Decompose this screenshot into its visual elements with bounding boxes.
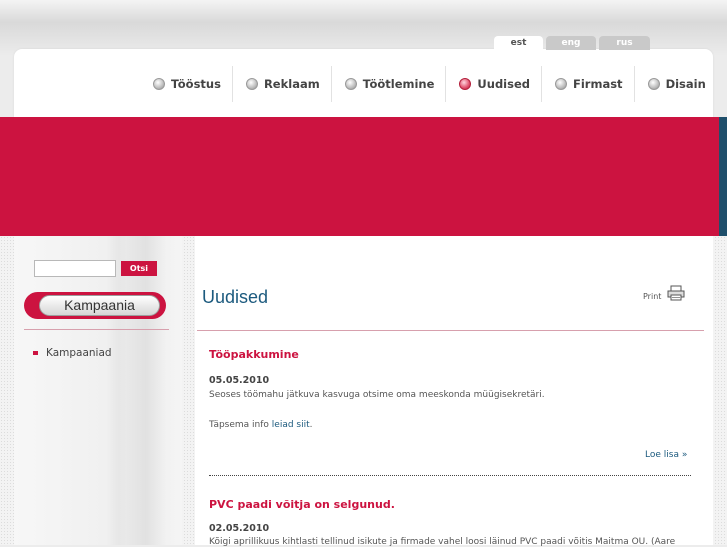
sidebar-item-label: Kampaaniad: [46, 347, 112, 359]
search-input[interactable]: [34, 260, 116, 277]
news-more-link[interactable]: leiad siit: [272, 420, 310, 430]
sidebar-stripe: [126, 236, 166, 545]
square-bullet-icon: [33, 351, 38, 355]
sidebar-divider: [24, 329, 169, 330]
news-title[interactable]: PVC paadi võitja on selgunud.: [209, 498, 395, 511]
news-more-line: Täpsema info leiad siit.: [209, 420, 313, 430]
nav-label: Tööstus: [171, 77, 221, 91]
nav-bullet-icon: [245, 78, 258, 90]
nav-bullet-icon: [344, 78, 357, 90]
news-text: Seoses töömahu jätkuva kasvuga otsime om…: [209, 390, 545, 400]
news-more-prefix: Täpsema info: [209, 420, 272, 430]
printer-icon[interactable]: [667, 285, 685, 301]
print-link[interactable]: Print: [643, 292, 661, 301]
nav-item-uudised[interactable]: Uudised: [445, 66, 541, 102]
nav-label: Disain: [665, 77, 706, 91]
sidebar-heading-pill: Kampaania: [24, 292, 166, 319]
news-date: 05.05.2010: [209, 375, 270, 386]
search-button[interactable]: Otsi: [121, 261, 157, 276]
news-separator: [209, 475, 691, 476]
news-text: Kõigi aprillikuus kihtlasti tellinud isi…: [209, 537, 676, 547]
nav-label: Uudised: [477, 77, 530, 91]
nav-bullet-active-icon: [459, 78, 472, 90]
language-switcher: est eng rus: [494, 36, 653, 50]
nav-item-disain[interactable]: Disain: [633, 66, 717, 102]
lang-tab-est[interactable]: est: [494, 36, 543, 50]
read-more-link[interactable]: Loe lisa »: [645, 450, 687, 460]
nav-item-reklaam[interactable]: Reklaam: [231, 66, 331, 102]
nav-label: Firmast: [573, 77, 623, 91]
nav-item-toostus[interactable]: Tööstus: [140, 66, 232, 102]
news-title[interactable]: Tööpakkumine: [209, 348, 299, 361]
nav-bullet-icon: [555, 78, 567, 90]
lang-tab-eng[interactable]: eng: [546, 36, 596, 50]
lang-tab-rus[interactable]: rus: [599, 36, 650, 50]
news-more-suffix: .: [309, 420, 313, 430]
nav-bullet-icon: [153, 78, 165, 90]
nav-bullet-icon: [647, 78, 660, 90]
nav-label: Töötlemine: [362, 77, 435, 91]
news-date: 02.05.2010: [209, 523, 270, 534]
sidebar-heading: Kampaania: [39, 295, 160, 316]
nav-item-firmast[interactable]: Firmast: [541, 66, 634, 102]
sidebar-item-kampaaniad[interactable]: Kampaaniad: [33, 347, 112, 359]
banner-edge: [719, 117, 727, 236]
hero-banner: [0, 117, 727, 236]
main-nav: Tööstus Reklaam Töötlemine Uudised Firma…: [140, 66, 717, 102]
nav-item-tootlemine[interactable]: Töötlemine: [330, 66, 446, 102]
content-divider: [197, 330, 704, 331]
page-title: Uudised: [202, 287, 269, 307]
sidebar: [14, 236, 182, 545]
nav-label: Reklaam: [263, 77, 320, 91]
